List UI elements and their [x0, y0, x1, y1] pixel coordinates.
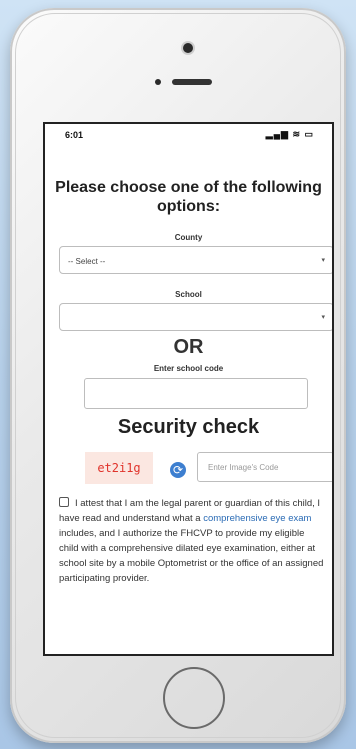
attestation-block: I attest that I am the legal parent or g…: [59, 496, 325, 586]
home-button[interactable]: [163, 667, 225, 729]
image-code-input[interactable]: Enter Image's Code: [197, 452, 332, 482]
school-code-input[interactable]: [84, 378, 308, 409]
comprehensive-eye-exam-link[interactable]: comprehensive eye exam: [203, 513, 311, 524]
earpiece-speaker: [172, 79, 212, 85]
school-label: School: [175, 290, 202, 299]
attestation-text-after: includes, and I authorize the FHCVP to p…: [59, 528, 324, 584]
county-select-value: -- Select --: [68, 257, 106, 266]
phone-screen: 6:01 ▂▄▆ ≋ ▭ Please choose one of the fo…: [43, 122, 334, 656]
captcha-image: et2i1g: [85, 452, 153, 484]
school-select[interactable]: ▾: [59, 303, 332, 331]
county-select[interactable]: -- Select -- ▾: [59, 246, 332, 274]
refresh-icon[interactable]: ⟳: [170, 462, 186, 478]
county-label: County: [174, 233, 203, 242]
checkbox-icon[interactable]: [59, 497, 69, 507]
status-time: 6:01: [65, 130, 84, 140]
camera-icon: [183, 43, 193, 53]
chevron-down-icon: ▾: [321, 314, 325, 321]
page-title: Please choose one of the following optio…: [55, 179, 322, 215]
status-icons: ▂▄▆ ≋ ▭: [265, 129, 314, 139]
phone-frame: 6:01 ▂▄▆ ≋ ▭ Please choose one of the fo…: [10, 8, 346, 743]
security-check-title: Security check: [117, 416, 260, 438]
school-code-label: Enter school code: [153, 364, 224, 373]
status-bar: 6:01 ▂▄▆ ≋ ▭: [45, 124, 332, 144]
chevron-down-icon: ▾: [321, 257, 325, 264]
or-divider: OR: [173, 336, 204, 358]
sensor-dot: [155, 79, 161, 85]
